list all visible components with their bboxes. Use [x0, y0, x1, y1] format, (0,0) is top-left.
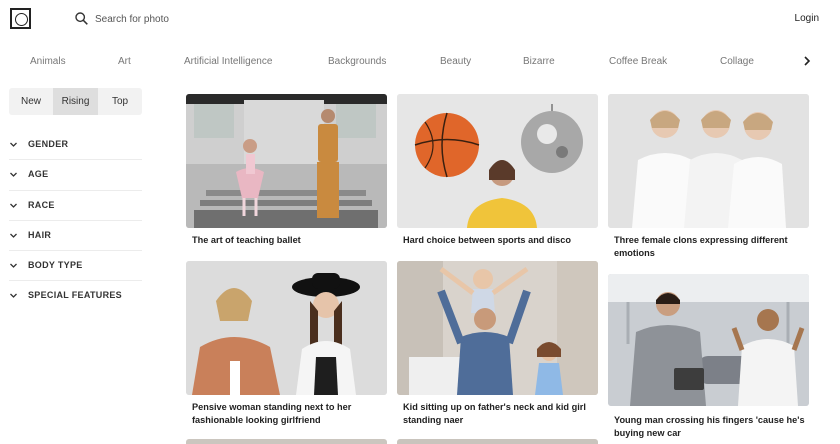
photo-caption: Three female clons expressing different …	[614, 235, 788, 258]
category-backgrounds[interactable]: Backgrounds	[328, 56, 386, 67]
category-collage[interactable]: Collage	[720, 56, 754, 67]
filter-age[interactable]: AGE	[9, 160, 142, 191]
photo-caption: Young man crossing his fingers 'cause he…	[614, 415, 805, 438]
category-animals[interactable]: Animals	[30, 56, 66, 67]
category-bizarre[interactable]: Bizarre	[523, 56, 555, 67]
category-coffee-break[interactable]: Coffee Break	[609, 56, 667, 67]
tab-new[interactable]: New	[9, 88, 53, 115]
photo-caption: Pensive woman standing next to her fashi…	[192, 402, 352, 425]
photo-card-partial[interactable]	[397, 439, 598, 444]
photo-father-kids	[397, 261, 598, 395]
tab-top[interactable]: Top	[98, 88, 142, 115]
chevron-down-icon	[10, 142, 17, 147]
filter-body-type[interactable]: BODY TYPE	[9, 251, 142, 282]
chevron-right-icon[interactable]	[800, 53, 814, 69]
logo-icon[interactable]	[10, 8, 31, 29]
photo-three-clones	[608, 94, 809, 228]
filter-label: HAIR	[28, 229, 52, 240]
search-icon	[75, 12, 88, 25]
filter-special-features[interactable]: SPECIAL FEATURES	[9, 281, 142, 311]
photo-card-partial[interactable]	[186, 439, 387, 444]
filter-label: SPECIAL FEATURES	[28, 290, 122, 301]
chevron-down-icon	[10, 294, 17, 299]
sort-tabs: New Rising Top	[9, 88, 142, 115]
filter-label: RACE	[28, 199, 55, 210]
filter-list: GENDER AGE RACE HAIR BODY TYPE SPECIAL F…	[9, 130, 142, 312]
filter-hair[interactable]: HAIR	[9, 221, 142, 252]
filter-label: AGE	[28, 169, 49, 180]
filter-label: BODY TYPE	[28, 260, 83, 271]
filter-label: GENDER	[28, 139, 69, 149]
photo-sports-disco	[397, 94, 598, 228]
login-link[interactable]: Login	[795, 13, 819, 24]
photo-ballet	[186, 94, 387, 228]
category-bar: Animals Art Artificial Intelligence Back…	[0, 48, 840, 76]
chevron-down-icon	[10, 203, 17, 208]
photo-caption: Hard choice between sports and disco	[403, 235, 571, 245]
photo-pensive-woman	[186, 261, 387, 395]
photo-young-man-car	[608, 274, 809, 406]
category-beauty[interactable]: Beauty	[440, 56, 471, 67]
chevron-down-icon	[10, 233, 17, 238]
tab-rising[interactable]: Rising	[53, 88, 98, 115]
search-input[interactable]	[95, 10, 395, 28]
chevron-down-icon	[10, 263, 17, 269]
photo-caption: The art of teaching ballet	[192, 235, 301, 245]
chevron-down-icon	[10, 172, 17, 178]
photo-caption: Kid sitting up on father's neck and kid …	[403, 402, 586, 425]
filter-race[interactable]: RACE	[9, 191, 142, 221]
top-bar: Login	[0, 0, 840, 40]
filter-gender[interactable]: GENDER	[9, 130, 142, 161]
category-artificial-intelligence[interactable]: Artificial Intelligence	[184, 56, 272, 67]
category-art[interactable]: Art	[118, 56, 131, 67]
